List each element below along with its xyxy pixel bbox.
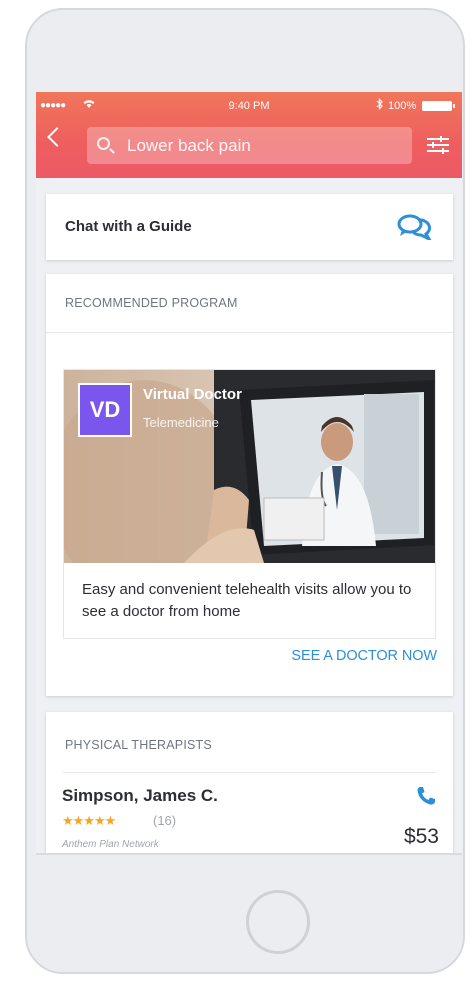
bluetooth-icon [376,98,384,113]
program-description: Easy and convenient telehealth visits al… [82,581,412,620]
back-icon[interactable] [47,127,67,147]
see-doctor-link[interactable]: SEE A DOCTOR NOW [291,648,437,664]
screen-bottom-edge [36,853,462,855]
rating-count: (16) [153,813,177,828]
search-icon [97,137,110,150]
doctor-tablet-photo: VD Virtual Doctor Telemedicine [64,370,435,563]
price: $53 [403,825,439,848]
program-tile[interactable]: VD Virtual Doctor Telemedicine Easy and … [63,369,436,639]
filter-icon[interactable] [425,135,451,155]
search-value: Lower back pain [127,136,251,155]
recommended-program-card: RECOMMENDED PROGRAM VD Virtual Doctor Te… [46,274,453,696]
program-badge: VD [78,383,132,437]
home-button[interactable] [246,890,310,954]
plan-network: Anthem Plan Network [62,839,159,850]
chat-guide-card[interactable]: Chat with a Guide [46,194,453,260]
program-type: Telemedicine [143,415,219,430]
chat-bubbles-icon[interactable] [396,212,433,243]
battery-percent: 100% [388,100,417,112]
status-bar: ●●●●● 9:40 PM 100% [36,92,462,118]
chat-guide-label: Chat with a Guide [65,218,192,235]
physical-therapists-card: PHYSICAL THERAPISTS Simpson, James C. ★★… [46,712,453,853]
battery-icon [422,101,455,111]
program-name: Virtual Doctor [143,386,242,403]
therapist-name: Simpson, James C. [62,786,218,805]
section-title: PHYSICAL THERAPISTS [65,738,212,752]
star-rating: ★★★★★ [62,813,116,828]
divider [63,772,436,773]
phone-call-icon[interactable] [415,785,437,807]
app-screen: ●●●●● 9:40 PM 100% Lower back pain Chat … [36,92,462,853]
section-title: RECOMMENDED PROGRAM [65,296,238,310]
header-bar: ●●●●● 9:40 PM 100% Lower back pain [36,92,462,178]
search-input[interactable]: Lower back pain [87,127,412,164]
divider [46,332,453,333]
